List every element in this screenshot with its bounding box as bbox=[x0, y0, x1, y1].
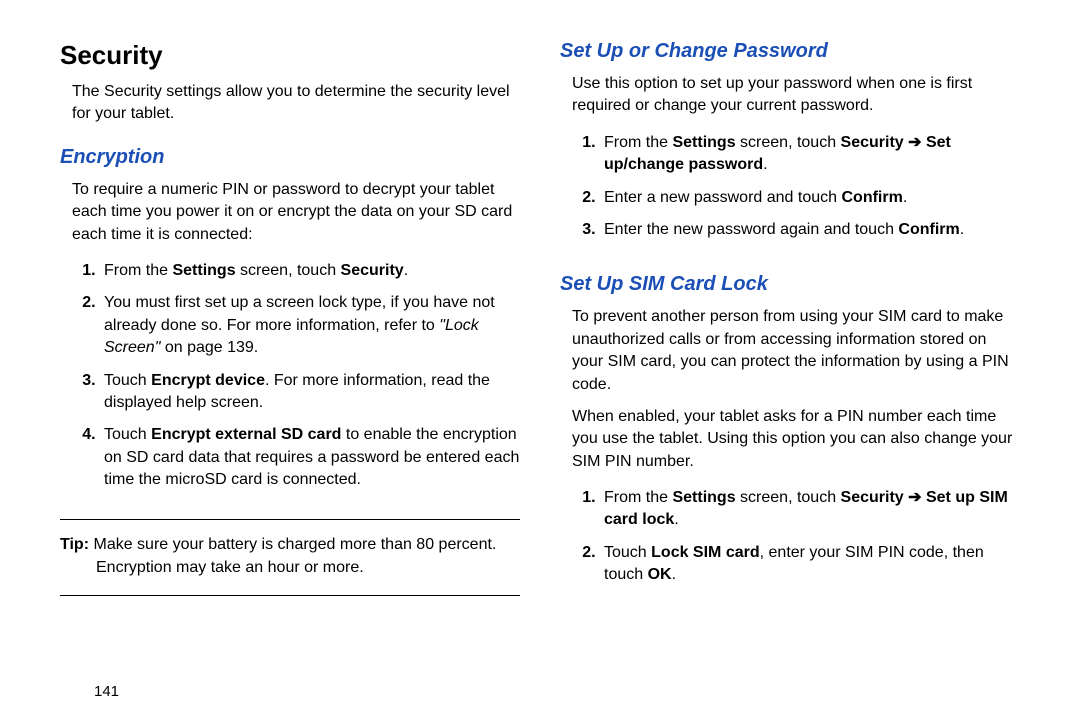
divider-top bbox=[60, 519, 520, 520]
heading-set-up-password: Set Up or Change Password bbox=[560, 40, 1020, 63]
heading-security: Security bbox=[60, 40, 520, 71]
divider-bottom bbox=[60, 595, 520, 596]
arrow-icon: ➔ bbox=[904, 489, 926, 506]
heading-sim-lock: Set Up SIM Card Lock bbox=[560, 273, 1020, 296]
encryption-step-3: Touch Encrypt device. For more informati… bbox=[100, 370, 520, 415]
password-step-2: Enter a new password and touch Confirm. bbox=[600, 187, 1020, 209]
sim-step-2: Touch Lock SIM card, enter your SIM PIN … bbox=[600, 542, 1020, 587]
encryption-step-4: Touch Encrypt external SD card to enable… bbox=[100, 424, 520, 491]
encryption-intro: To require a numeric PIN or password to … bbox=[72, 179, 520, 246]
sim-step-1: From the Settings screen, touch Security… bbox=[600, 487, 1020, 532]
left-column: Security The Security settings allow you… bbox=[60, 40, 520, 700]
encryption-step-1: From the Settings screen, touch Security… bbox=[100, 260, 520, 282]
security-intro: The Security settings allow you to deter… bbox=[72, 81, 520, 126]
encryption-steps: From the Settings screen, touch Security… bbox=[60, 260, 520, 502]
password-intro: Use this option to set up your password … bbox=[572, 73, 1020, 118]
sim-steps: From the Settings screen, touch Security… bbox=[560, 487, 1020, 597]
tip-label: Tip: bbox=[60, 536, 93, 553]
tip-body: Make sure your battery is charged more t… bbox=[93, 536, 496, 553]
password-steps: From the Settings screen, touch Security… bbox=[560, 132, 1020, 252]
right-column: Set Up or Change Password Use this optio… bbox=[560, 40, 1020, 700]
tip-continuation: Encryption may take an hour or more. bbox=[96, 557, 520, 579]
tip-block: Tip: Make sure your battery is charged m… bbox=[60, 534, 520, 579]
sim-p1: To prevent another person from using you… bbox=[572, 306, 1020, 396]
password-step-1: From the Settings screen, touch Security… bbox=[600, 132, 1020, 177]
heading-encryption: Encryption bbox=[60, 146, 520, 169]
manual-page: Security The Security settings allow you… bbox=[0, 0, 1080, 720]
arrow-icon: ➔ bbox=[904, 134, 926, 151]
password-step-3: Enter the new password again and touch C… bbox=[600, 219, 1020, 241]
encryption-step-2: You must first set up a screen lock type… bbox=[100, 292, 520, 359]
page-number: 141 bbox=[60, 653, 520, 700]
sim-p2: When enabled, your tablet asks for a PIN… bbox=[572, 406, 1020, 473]
